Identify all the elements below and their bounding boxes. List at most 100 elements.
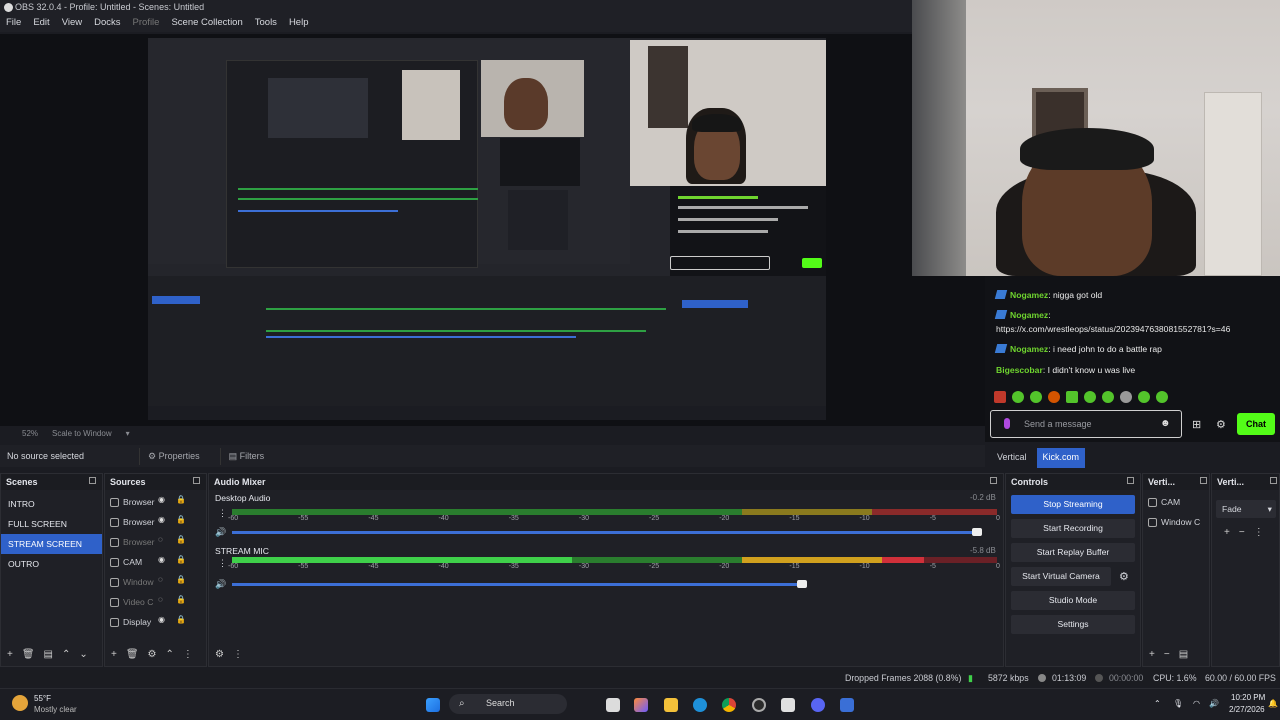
gift-icon[interactable]: ⊞ [1192,418,1201,431]
eye-off-icon[interactable]: ◌ [158,595,163,604]
eye-off-icon[interactable]: ◌ [158,575,163,584]
gear-icon[interactable]: ⚙ [215,649,224,660]
microphone-icon[interactable]: 🎙 [1173,699,1183,708]
clock-date[interactable]: 2/27/2026 [1229,705,1265,714]
emoji-icon[interactable]: ☻ [1160,418,1171,429]
close-icon[interactable] [1200,477,1207,484]
microphone-icon[interactable] [1004,418,1010,429]
vertical-source-item[interactable]: Window C [1143,510,1209,530]
chat-send-button[interactable]: Chat [1237,413,1275,435]
filter-icon[interactable]: ▤ [44,649,53,660]
menu-file[interactable]: File [6,17,21,32]
eye-off-icon[interactable]: ◌ [158,535,163,544]
vertical-source-item[interactable]: CAM [1143,490,1209,510]
file-explorer-icon[interactable] [664,698,678,712]
taskbar-search[interactable]: ⌕ Search [449,694,567,714]
lock-icon[interactable]: 🔒 [176,575,186,584]
menu-help[interactable]: Help [289,17,309,32]
trash-icon[interactable]: 🗑 [126,649,139,660]
chevron-down-icon[interactable]: ⌄ [79,649,87,660]
undock-icon[interactable] [990,477,997,484]
more-icon[interactable]: ⋮ [233,649,243,660]
eye-icon[interactable]: ◉ [158,615,165,624]
windows-start-icon[interactable] [426,698,440,712]
capcut-icon[interactable] [781,698,795,712]
emote-icon[interactable] [994,391,1006,403]
filters-button[interactable]: ▤ Filters [219,447,273,465]
source-item[interactable]: Browser ◉ 🔒 [105,490,206,510]
lock-icon[interactable]: 🔒 [176,535,186,544]
edge-icon[interactable] [693,698,707,712]
emote-bar[interactable] [994,391,1184,403]
gear-icon[interactable]: ⚙ [1119,570,1129,583]
volume-icon[interactable]: 🔊 [1209,699,1219,708]
more-icon[interactable]: ⋮ [218,558,227,569]
volume-slider[interactable] [232,531,977,534]
add-icon[interactable]: + [111,649,117,660]
wifi-icon[interactable]: ◠ [1193,699,1200,708]
zoom-level[interactable]: 52% [22,429,38,440]
tab-kick[interactable]: Kick.com [1036,448,1086,468]
start-replay-buffer-button[interactable]: Start Replay Buffer [1011,543,1135,562]
lock-icon[interactable]: 🔒 [176,515,186,524]
copilot-icon[interactable] [634,698,648,712]
speaker-icon[interactable]: 🔊 [215,527,226,538]
source-item[interactable]: Browser ◌ 🔒 [105,530,206,550]
eye-icon[interactable]: ◉ [158,555,165,564]
transition-select[interactable]: Fade ▾ [1216,500,1276,518]
emote-icon[interactable] [1156,391,1168,403]
chat-input[interactable]: Send a message ☻ [990,410,1182,438]
emote-icon[interactable] [1102,391,1114,403]
chevron-up-icon[interactable]: ⌃ [62,649,70,660]
properties-button[interactable]: ⚙ Properties [139,447,208,465]
remove-icon[interactable]: − [1164,649,1170,660]
more-icon[interactable]: ⋮ [183,649,193,660]
source-item[interactable]: Video C ◌ 🔒 [105,590,206,610]
eye-icon[interactable]: ◉ [158,495,165,504]
volume-slider-handle[interactable] [797,580,807,588]
trash-icon[interactable]: 🗑 [22,649,35,660]
chat-link[interactable]: https://x.com/wrestleops/status/20239476… [996,324,1230,334]
menu-tools[interactable]: Tools [255,17,277,32]
weather-desc[interactable]: Mostly clear [34,705,77,714]
chrome-icon[interactable] [722,698,736,712]
task-view-icon[interactable] [606,698,620,712]
more-icon[interactable]: ⋮ [218,508,227,519]
discord-icon[interactable] [811,698,825,712]
eye-icon[interactable]: ◉ [158,515,165,524]
settings-button[interactable]: Settings [1011,615,1135,634]
stop-streaming-button[interactable]: Stop Streaming [1011,495,1135,514]
chevron-up-icon[interactable]: ⌃ [166,649,174,660]
emote-icon[interactable] [1138,391,1150,403]
add-icon[interactable]: + [7,649,13,660]
menu-edit[interactable]: Edit [33,17,49,32]
emote-icon[interactable] [1120,391,1132,403]
menu-docks[interactable]: Docks [94,17,120,32]
menu-profile[interactable]: Profile [133,17,160,32]
scale-mode[interactable]: Scale to Window [52,429,112,440]
studio-mode-button[interactable]: Studio Mode [1011,591,1135,610]
gear-icon[interactable]: ⚙ [1216,418,1226,431]
menu-scene-collection[interactable]: Scene Collection [171,17,242,32]
start-virtual-camera-button[interactable]: Start Virtual Camera [1011,567,1111,586]
notification-icon[interactable]: 🔔 [1268,699,1278,708]
speaker-icon[interactable]: 🔊 [215,579,226,590]
lock-icon[interactable]: 🔒 [176,555,186,564]
tab-vertical[interactable]: Vertical [991,448,1033,468]
lock-icon[interactable]: 🔒 [176,595,186,604]
preview-canvas[interactable] [148,38,826,420]
undock-icon[interactable] [1127,477,1134,484]
scene-item-selected[interactable]: STREAM SCREEN [1,534,102,554]
more-icon[interactable]: ⋮ [1254,527,1264,538]
close-icon[interactable] [1270,477,1277,484]
lock-icon[interactable]: 🔒 [176,615,186,624]
volume-slider-handle[interactable] [972,528,982,536]
weather-temp[interactable]: 55°F [34,694,51,703]
gear-icon[interactable]: ⚙ [148,649,157,660]
weather-icon[interactable] [12,695,28,711]
lock-icon[interactable]: 🔒 [176,495,186,504]
add-icon[interactable]: + [1149,649,1155,660]
scene-item[interactable]: OUTRO [1,554,102,574]
scene-item[interactable]: FULL SCREEN [1,514,102,534]
add-icon[interactable]: + [1224,527,1230,538]
